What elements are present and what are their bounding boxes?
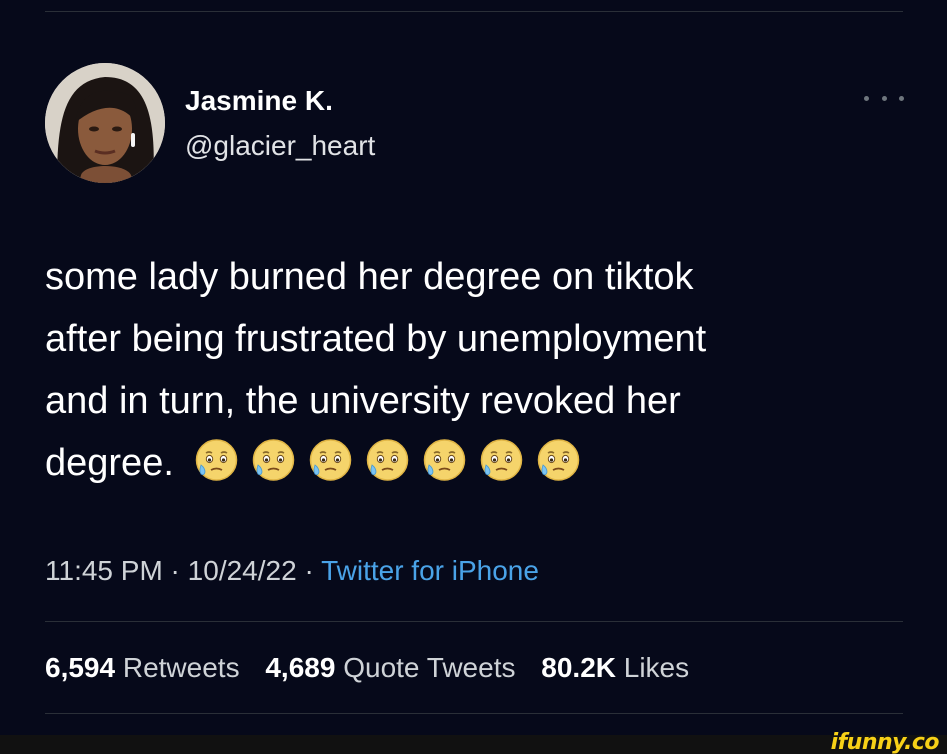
tweet-text-last-line: degree. [45, 432, 915, 494]
watermark-bar [0, 735, 947, 754]
retweets-count: 6,594 [45, 652, 116, 683]
retweets-label: Retweets [122, 652, 240, 683]
meta-divider [45, 621, 903, 622]
face-holding-back-tears-icon [420, 437, 469, 483]
face-holding-back-tears-icon [192, 437, 241, 483]
meta-separator: · [296, 555, 322, 586]
quote-tweets-stat[interactable]: 4,689 Quote Tweets [265, 652, 515, 683]
likes-count: 80.2K [541, 652, 616, 683]
tweet-text-line: some lady burned her degree on tiktok [45, 256, 694, 298]
face-holding-back-tears-icon [363, 437, 412, 483]
user-handle[interactable]: @glacier_heart [185, 131, 375, 161]
ifunny-watermark: ifunny.co [830, 730, 940, 754]
more-dot [864, 95, 869, 101]
avatar-photo [45, 63, 165, 183]
tweet-date[interactable]: 10/24/22 [188, 555, 297, 586]
tweet-screenshot: Jasmine K. @glacier_heart some lady burn… [0, 0, 947, 754]
tweet-meta: 11:45 PM · 10/24/22 · Twitter for iPhone [45, 555, 539, 587]
face-holding-back-tears-icon [534, 437, 583, 483]
retweets-stat[interactable]: 6,594 Retweets [45, 652, 240, 683]
avatar[interactable] [45, 63, 165, 183]
meta-separator: · [162, 555, 188, 586]
tweet-text: some lady burned her degree on tiktok af… [45, 246, 915, 494]
more-dot [881, 95, 887, 101]
display-name[interactable]: Jasmine K. [185, 86, 333, 116]
more-dot [899, 95, 904, 101]
face-holding-back-tears-icon [306, 437, 355, 483]
face-holding-back-tears-icon [477, 437, 526, 483]
top-divider [45, 11, 903, 12]
tweet-text-line: after being frustrated by unemployment [45, 318, 707, 360]
bottom-divider [45, 713, 903, 714]
tweet-text-line: and in turn, the university revoked her [45, 380, 681, 422]
tweet-stats: 6,594 Retweets 4,689 Quote Tweets 80.2K … [45, 651, 707, 685]
tweet-text-line: degree. [45, 442, 174, 484]
face-holding-back-tears-icon [249, 437, 298, 483]
quote-tweets-label: Quote Tweets [343, 652, 516, 683]
emoji-row [192, 437, 583, 483]
tweet-source-link[interactable]: Twitter for iPhone [321, 555, 539, 586]
likes-label: Likes [623, 652, 690, 683]
tweet-time[interactable]: 11:45 PM [45, 555, 163, 586]
likes-stat[interactable]: 80.2K Likes [541, 652, 689, 683]
more-options-icon[interactable] [864, 90, 904, 106]
quote-tweets-count: 4,689 [265, 652, 336, 683]
